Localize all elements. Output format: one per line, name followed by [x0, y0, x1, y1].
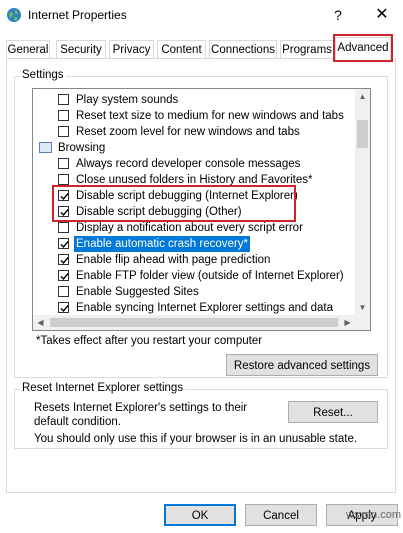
list-item-label: Enable FTP folder view (outside of Inter…	[76, 270, 344, 282]
checkbox[interactable]	[58, 222, 69, 233]
scrollbar-corner	[355, 315, 370, 330]
check-mark-icon	[60, 241, 69, 249]
reset-group-label: Reset Internet Explorer settings	[20, 382, 186, 394]
internet-globe-icon	[6, 7, 22, 23]
list-item-label: Enable syncing Internet Explorer setting…	[76, 302, 333, 314]
checkbox-checked[interactable]	[58, 302, 69, 313]
checkbox-checked[interactable]	[58, 238, 69, 249]
tab-security[interactable]: Security	[56, 40, 106, 58]
vertical-scroll-thumb[interactable]	[357, 120, 368, 148]
reset-description: Resets Internet Explorer's settings to t…	[34, 402, 248, 428]
ok-button[interactable]: OK	[164, 504, 236, 526]
scroll-up-arrow-icon[interactable]: ▲	[355, 89, 370, 104]
checkbox[interactable]	[58, 158, 69, 169]
list-item-label: Enable Suggested Sites	[76, 286, 199, 298]
checkbox-checked[interactable]	[58, 254, 69, 265]
tab-connections[interactable]: Connections	[209, 40, 277, 58]
reset-warning-note: You should only use this if your browser…	[34, 433, 358, 445]
check-mark-icon	[60, 273, 69, 281]
checkbox[interactable]	[58, 286, 69, 297]
checkbox[interactable]	[58, 126, 69, 137]
check-mark-icon	[60, 305, 69, 313]
watermark: wsxdn.com	[346, 509, 402, 521]
script-debugging-highlight-box	[52, 185, 296, 222]
folder-icon	[39, 142, 52, 153]
scroll-down-arrow-icon[interactable]: ▼	[355, 300, 370, 315]
settings-group-label: Settings	[20, 69, 66, 81]
window-title: Internet Properties	[28, 8, 127, 22]
help-button[interactable]: ?	[326, 4, 350, 26]
close-button[interactable]: ✕	[370, 4, 394, 26]
category-label: Browsing	[58, 142, 106, 154]
tab-content[interactable]: Content	[157, 40, 206, 58]
checkbox[interactable]	[58, 94, 69, 105]
reset-button[interactable]: Reset...	[288, 401, 378, 423]
horizontal-scroll-thumb[interactable]	[50, 318, 338, 327]
restore-advanced-settings-button[interactable]: Restore advanced settings	[226, 354, 378, 376]
scroll-right-arrow-icon[interactable]: ▶	[340, 315, 355, 330]
checkbox[interactable]	[58, 174, 69, 185]
scroll-left-arrow-icon[interactable]: ◀	[33, 315, 48, 330]
list-item-label: Reset text size to medium for new window…	[76, 110, 344, 122]
list-item-label: Always record developer console messages	[76, 158, 301, 170]
list-item-label-selected: Enable automatic crash recovery*	[74, 236, 250, 252]
check-mark-icon	[60, 257, 69, 265]
restart-note: *Takes effect after you restart your com…	[36, 335, 263, 347]
checkbox-checked[interactable]	[58, 270, 69, 281]
list-item-label: Play system sounds	[76, 94, 179, 106]
cancel-button[interactable]: Cancel	[245, 504, 317, 526]
checkbox[interactable]	[58, 110, 69, 121]
tab-general[interactable]: General	[6, 40, 50, 58]
list-item-label: Enable flip ahead with page prediction	[76, 254, 271, 266]
tab-programs[interactable]: Programs	[280, 40, 334, 58]
advanced-tab-highlight-box	[333, 34, 393, 62]
list-item-label: Reset zoom level for new windows and tab…	[76, 126, 300, 138]
tab-privacy[interactable]: Privacy	[109, 40, 154, 58]
list-item-label: Display a notification about every scrip…	[76, 222, 303, 234]
